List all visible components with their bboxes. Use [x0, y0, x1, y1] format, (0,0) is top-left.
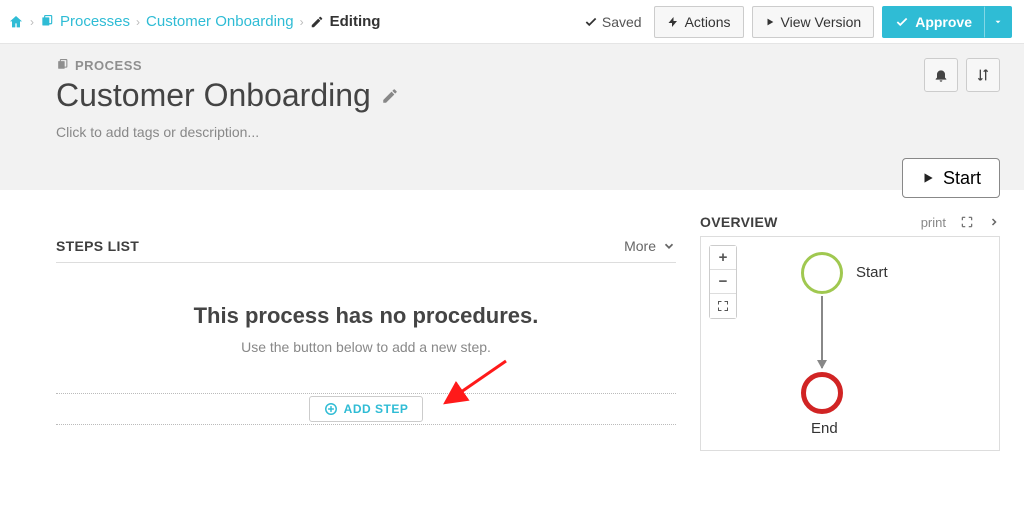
overview-header: OVERVIEW print [700, 214, 1000, 236]
current-crumb: Editing [310, 13, 381, 30]
top-bar: › Processes › Customer Onboarding › Edit… [0, 0, 1024, 44]
zoom-out-button[interactable]: − [710, 270, 736, 294]
chevron-down-icon [662, 239, 676, 253]
breadcrumb-sep: › [30, 15, 34, 29]
view-version-button[interactable]: View Version [752, 6, 875, 38]
expand-button[interactable] [960, 215, 974, 229]
current-label: Editing [330, 13, 381, 30]
notifications-button[interactable] [924, 58, 958, 92]
check-icon [895, 15, 909, 29]
steps-header: STEPS LIST More [56, 238, 676, 263]
flow-edge [821, 296, 823, 368]
more-label: More [624, 238, 656, 254]
copy-icon [56, 59, 69, 72]
play-icon [765, 16, 775, 28]
sort-button[interactable] [966, 58, 1000, 92]
add-step-button[interactable]: ADD STEP [309, 396, 424, 422]
page-title-row: Customer Onboarding [56, 77, 1000, 114]
add-step-label: ADD STEP [344, 402, 409, 416]
section-text: PROCESS [75, 58, 142, 73]
tags-placeholder[interactable]: Click to add tags or description... [56, 124, 1000, 140]
chevron-right-icon [988, 215, 1000, 229]
bell-icon [933, 67, 949, 83]
empty-state: This process has no procedures. Use the … [56, 263, 676, 373]
actions-button[interactable]: Actions [654, 6, 744, 38]
check-icon [584, 15, 598, 29]
bolt-icon [667, 15, 679, 29]
overview-canvas[interactable]: + − Start End [700, 236, 1000, 451]
actions-label: Actions [685, 14, 731, 30]
expand-icon [960, 215, 974, 229]
overview-panel: OVERVIEW print + − Start [700, 214, 1000, 451]
steps-title: STEPS LIST [56, 238, 139, 254]
fullscreen-icon [717, 300, 729, 312]
main-content: STEPS LIST More This process has no proc… [0, 190, 1024, 451]
sort-icon [975, 67, 991, 83]
saved-label: Saved [602, 14, 642, 30]
approve-dropdown[interactable] [984, 6, 1012, 38]
end-node-label: End [811, 420, 838, 437]
plus-circle-icon [324, 402, 338, 416]
steps-panel: STEPS LIST More This process has no proc… [56, 214, 676, 451]
zoom-controls: + − [709, 245, 737, 319]
processes-label: Processes [60, 13, 130, 30]
breadcrumb-sep: › [300, 15, 304, 29]
play-icon [921, 170, 935, 186]
topbar-actions: Saved Actions View Version Approve [584, 6, 1012, 38]
home-icon [8, 14, 24, 30]
copy-icon [40, 15, 54, 29]
breadcrumb: › Processes › Customer Onboarding › Edit… [8, 13, 584, 30]
approve-button[interactable]: Approve [882, 6, 984, 38]
approve-split: Approve [882, 6, 1012, 38]
view-version-label: View Version [781, 14, 862, 30]
start-button[interactable]: Start [902, 158, 1000, 198]
zoom-in-button[interactable]: + [710, 246, 736, 270]
caret-down-icon [993, 17, 1003, 27]
empty-subtitle: Use the button below to add a new step. [56, 339, 676, 355]
add-step-row: ADD STEP [56, 393, 676, 425]
steps-more[interactable]: More [624, 238, 676, 254]
page-title[interactable]: Customer Onboarding [56, 77, 371, 114]
saved-indicator: Saved [584, 14, 642, 30]
overview-title: OVERVIEW [700, 214, 778, 230]
breadcrumb-sep: › [136, 15, 140, 29]
pencil-icon [310, 15, 324, 29]
parent-link[interactable]: Customer Onboarding [146, 13, 294, 30]
processes-link[interactable]: Processes [40, 13, 130, 30]
page-header: PROCESS Customer Onboarding Click to add… [0, 44, 1024, 190]
start-node[interactable] [801, 252, 843, 294]
home-link[interactable] [8, 14, 24, 30]
header-icon-actions [924, 58, 1000, 92]
approve-label: Approve [915, 14, 972, 30]
start-label: Start [943, 168, 981, 189]
print-link[interactable]: print [921, 215, 946, 230]
pencil-icon[interactable] [381, 87, 399, 105]
zoom-fit-button[interactable] [710, 294, 736, 318]
empty-title: This process has no procedures. [56, 303, 676, 329]
end-node[interactable] [801, 372, 843, 414]
start-node-label: Start [856, 264, 888, 281]
next-button[interactable] [988, 215, 1000, 229]
section-label: PROCESS [56, 58, 142, 73]
